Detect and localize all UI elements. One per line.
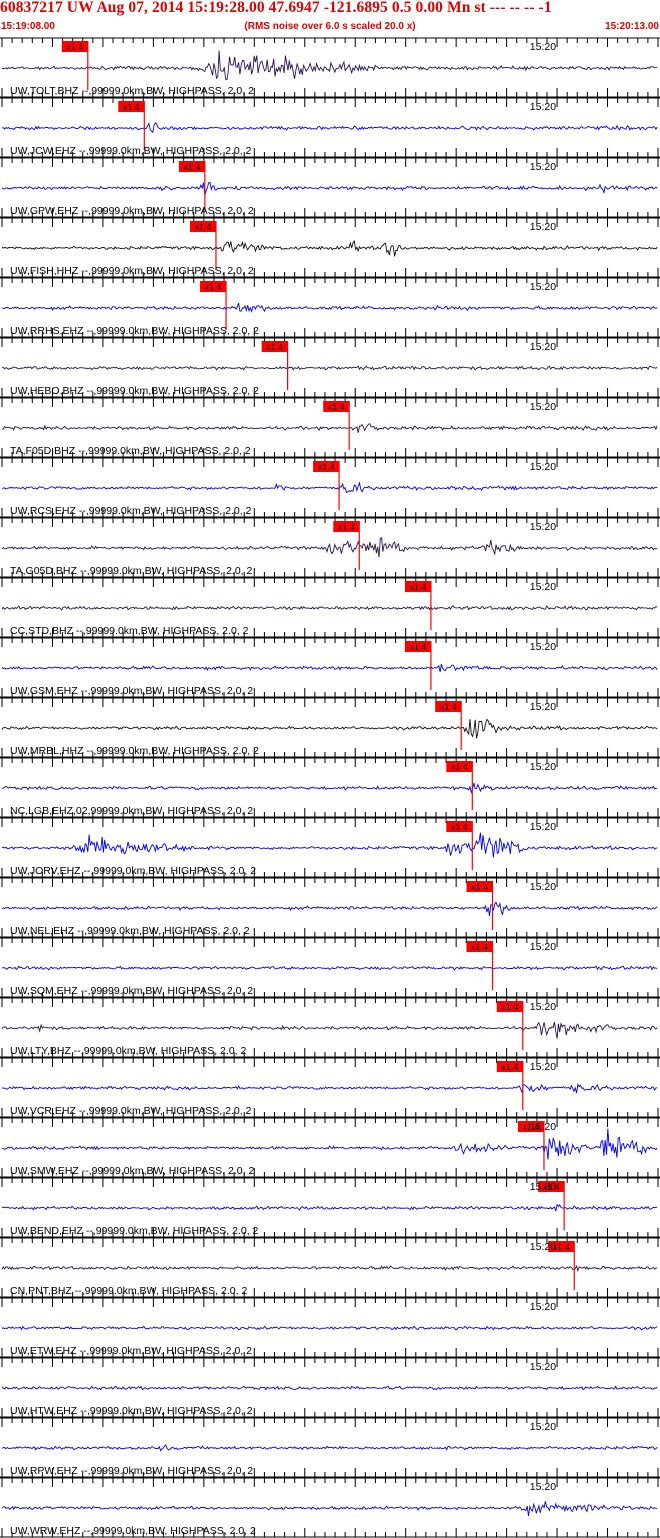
trace-label: CN,PNT,BHZ --,99999.0km,BW, HIGHPASS, 2.… xyxy=(10,1285,247,1297)
trace-label: UW,RPW,EHZ --,99999.0km,BW, HIGHPASS, 2.… xyxy=(10,1465,253,1477)
waveform xyxy=(1,605,658,611)
waveform xyxy=(1,1082,658,1094)
time-ticks xyxy=(1,38,659,1537)
pick-label: x1.4 xyxy=(409,642,426,652)
waveform xyxy=(1,423,658,433)
minute-mark: 15:20 xyxy=(530,281,556,293)
minute-mark: 15:20 xyxy=(530,641,556,653)
minute-mark: 15:20 xyxy=(530,941,556,953)
minute-mark: 15:20 xyxy=(530,1241,556,1253)
pick-label: x1.4 xyxy=(451,762,468,772)
waveform xyxy=(1,537,658,558)
pick-label: x1.4 xyxy=(318,462,335,472)
pick-label: x1.4 xyxy=(183,162,200,172)
trace-label: UW,GSM,EHZ --,99999.0km,BW, HIGHPASS, 2.… xyxy=(10,685,253,697)
trace-label: UW,GPW,EHZ --,99999.0km,BW, HIGHPASS, 2.… xyxy=(10,205,254,217)
trace-label: TA,F05D,BHZ --,99999.0km,BW, HIGHPASS, 2… xyxy=(10,445,251,457)
minute-mark: 15:20 xyxy=(530,221,556,233)
waveform xyxy=(1,365,658,371)
waveform xyxy=(1,782,658,794)
waveform xyxy=(1,1385,658,1391)
pick-label: x1.4 xyxy=(451,822,468,832)
trace-label: UW,HEBO,BHZ --,99999.0km,BW, HIGHPASS, 2… xyxy=(10,385,259,397)
pick-label: x1.4 xyxy=(440,702,457,712)
minute-mark: 15:20 xyxy=(530,581,556,593)
pick-label: x1.4 xyxy=(501,1002,518,1012)
seismogram-plot: x1.4 x1.4 x1.4 x1.4 x1.4 x1.4 x1.4 x1.4 x1.4 x1.4… xyxy=(0,37,660,1538)
pick-label: x1.4 xyxy=(501,1062,518,1072)
minute-mark: 15:20 xyxy=(530,1061,556,1073)
trace-label: CC,STD,BHZ --,99999.0km,BW, HIGHPASS, 2.… xyxy=(10,625,249,637)
minute-mark: 15:20 xyxy=(530,41,556,53)
trace-label: TA,G05D,BHZ --,99999.0km,BW, HIGHPASS, 2… xyxy=(10,565,253,577)
minute-mark: 15:20 xyxy=(530,1481,556,1493)
pick-label: x1.4 xyxy=(205,282,222,292)
trace-label: UW,SQM,EHZ --,99999.0km,BW, HIGHPASS, 2.… xyxy=(10,985,253,997)
pick-label: x1.4 xyxy=(266,342,283,352)
waveform xyxy=(1,122,658,134)
trace-label: UW,ETW,EHZ --,99999.0km,BW, HIGHPASS, 2.… xyxy=(10,1345,252,1357)
trace-label: NC,LGB,EHZ,02,99999.0km,BW, HIGHPASS, 2.… xyxy=(10,805,253,817)
minute-mark: 15:20 xyxy=(530,161,556,173)
trace-label: UW,LTY,BHZ --,99999.0km,BW, HIGHPASS, 2.… xyxy=(10,1045,246,1057)
phase-picks: x1.4 x1.4 x1.4 x1.4 x1.4 x1.4 x1.4 x1.4 x1.4 x1.4… xyxy=(61,41,575,1290)
minute-mark: 15:20 xyxy=(530,1301,556,1313)
waveform xyxy=(1,663,658,673)
waveform xyxy=(1,1128,658,1160)
trace-label: UW,JORV,EHZ --,99999.0km,BW, HIGHPASS, 2… xyxy=(10,865,256,877)
trace-label: UW,FISH,HHZ --,99999.0km,BW, HIGHPASS, 2… xyxy=(10,265,254,277)
trace-label: UW,VCR,EHZ --,99999.0km,BW, HIGHPASS, 2.… xyxy=(10,1105,252,1117)
trace-label: UW,NEL,EHZ --,99999.0km,BW, HIGHPASS, 2.… xyxy=(10,925,250,937)
minute-mark: 15:20 xyxy=(530,1001,556,1013)
trace-label: UW,RRHS,EHZ --,99999.0km,BW, HIGHPASS, 2… xyxy=(10,325,259,337)
minute-mark: 15:20 xyxy=(530,1421,556,1433)
waveform xyxy=(1,1264,658,1273)
waveform xyxy=(1,239,658,257)
minute-mark: 15:20 xyxy=(530,401,556,413)
waveform xyxy=(1,1501,658,1517)
waveform xyxy=(1,1203,658,1212)
waveform xyxy=(1,1021,658,1039)
waveform xyxy=(1,181,658,196)
minute-mark: 15:20 xyxy=(530,1121,556,1133)
waveform xyxy=(1,832,658,858)
minute-mark: 15:20 xyxy=(530,461,556,473)
minute-mark: 15:20 xyxy=(530,701,556,713)
pick-label: x1.4 xyxy=(328,402,345,412)
trace-label: UW,SMW,EHZ --,99999.0km,BW, HIGHPASS, 2.… xyxy=(10,1165,254,1177)
trace-label: UW,MRBL,HHZ --,99999.0km,BW, HIGHPASS, 2… xyxy=(10,745,259,757)
minute-mark: 15:20 xyxy=(530,1181,556,1193)
waveform xyxy=(1,901,658,916)
trace-label: UW,RCS,EHZ --,99999.0km,BW, HIGHPASS, 2.… xyxy=(10,505,252,517)
minute-mark: 15:20 xyxy=(530,341,556,353)
minute-mark: 15:20 xyxy=(530,1361,556,1373)
pick-label: x1.4 xyxy=(471,942,488,952)
minute-mark: 15:20 xyxy=(530,761,556,773)
pick-label: x1.4 xyxy=(338,522,355,532)
minute-mark: 15:20 xyxy=(530,821,556,833)
trace-label: UW,JCW,EHZ --,99999.0km,BW, HIGHPASS, 2.… xyxy=(10,145,252,157)
minute-mark: 15:20 xyxy=(530,521,556,533)
waveform xyxy=(1,718,658,739)
pick-label: x1.4 xyxy=(471,882,488,892)
pick-label: x1.4 xyxy=(123,102,140,112)
waveform xyxy=(1,1444,658,1452)
pick-label: x1.4 xyxy=(409,582,426,592)
pick-label: x1.4 xyxy=(194,222,211,232)
minute-mark: 15:20 xyxy=(530,101,556,113)
waveform xyxy=(1,1325,658,1331)
pick-label: x1.4 xyxy=(66,42,83,52)
end-time: 15:20:13.00 xyxy=(605,21,659,32)
trace-label: UW,BEND,EHZ --,99999.0km,BW, HIGHPASS, 2… xyxy=(10,1225,259,1237)
trace-label: UW,TOLT,BHZ --,99999.0km,BW, HIGHPASS, 2… xyxy=(10,85,254,97)
trace-label: UW,HTW,EHZ --,99999.0km,BW, HIGHPASS, 2.… xyxy=(10,1405,253,1417)
waveform xyxy=(2,965,658,971)
trace-label: UW,WRW,EHZ --,99999.0km,BW, HIGHPASS, 2.… xyxy=(10,1525,256,1537)
waveform xyxy=(1,302,658,313)
scaling-note: (RMS noise over 6.0 s scaled 20.0 x) xyxy=(244,21,416,32)
waveform xyxy=(1,50,658,81)
waveform xyxy=(1,481,658,493)
minute-mark: 15:20 xyxy=(530,881,556,893)
event-title: 60837217 UW Aug 07, 2014 15:19:28.00 47.… xyxy=(0,0,552,16)
